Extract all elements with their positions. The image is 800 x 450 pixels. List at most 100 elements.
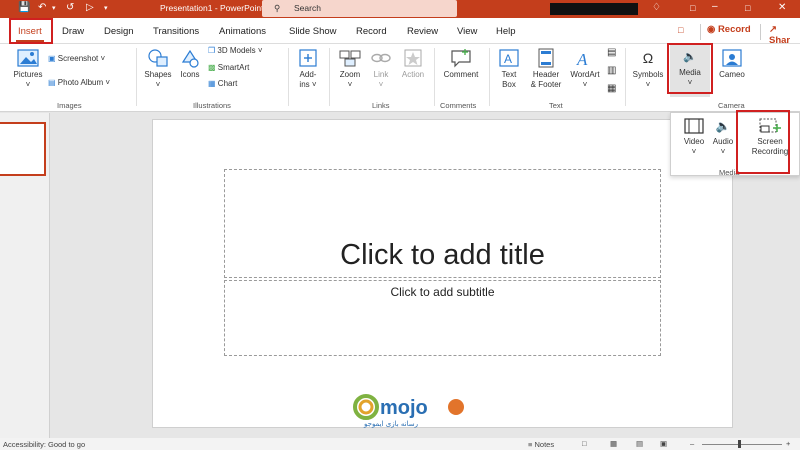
symbols-button[interactable]: Ω Symbols ˅ (628, 48, 668, 90)
zoom-icon (339, 50, 361, 67)
tab-record[interactable]: Record (356, 26, 387, 37)
images-group-label: Images (57, 101, 82, 110)
chart-button[interactable]: ▦ Chart (208, 79, 237, 89)
text-group-label: Text (549, 101, 563, 110)
icons-icon (181, 49, 199, 68)
tab-review[interactable]: Review (407, 26, 438, 37)
link-label: Link (373, 70, 389, 79)
text-more-icon[interactable]: ▦ (607, 84, 616, 94)
icons-label: Icons (180, 70, 200, 79)
ribbon-tabs: Insert Draw Design Transitions Animation… (0, 18, 800, 46)
chevron-down-icon: ˅ (347, 80, 353, 89)
zoom-slider-thumb[interactable] (738, 440, 741, 448)
cameo-label: Cameo (719, 70, 745, 79)
chevron-down-icon: ˅ (100, 54, 106, 63)
present-icon[interactable]: ▷ (86, 2, 94, 13)
undo-dropdown-icon[interactable]: ▾ (52, 4, 56, 12)
text-more-icon[interactable]: ▥ (607, 66, 616, 76)
chart-icon: ▦ (208, 79, 216, 88)
chevron-down-icon: ˅ (311, 80, 317, 89)
icons-button[interactable]: Icons (176, 48, 204, 80)
illustrations-group-label: Illustrations (193, 101, 231, 110)
3d-models-button[interactable]: ❒ 3D Models ˅ (208, 46, 263, 56)
customize-qat-icon[interactable]: ▾ (104, 4, 108, 12)
slide-sorter-icon[interactable]: ▦ (610, 439, 617, 448)
comments-group-label: Comments (440, 101, 477, 110)
minimize-icon[interactable]: – (712, 1, 718, 12)
normal-view-icon[interactable]: □ (582, 439, 587, 448)
logo-brand: mojo (380, 397, 428, 419)
screenshot-button[interactable]: ▣ Screenshot ˅ (48, 54, 105, 64)
chevron-down-icon: ˅ (105, 78, 111, 87)
record-label: Record (717, 24, 751, 35)
reading-view-icon[interactable]: ▤ (636, 439, 643, 448)
comment-icon (451, 49, 471, 68)
zoom-in-icon[interactable]: + (786, 439, 790, 448)
group-separator (329, 48, 330, 106)
tab-help[interactable]: Help (496, 26, 516, 37)
cameo-icon (722, 49, 742, 67)
slide-thumbnail[interactable] (0, 122, 46, 176)
group-separator (136, 48, 137, 106)
link-icon (371, 53, 391, 63)
new-comment-button[interactable]: Comment (438, 48, 484, 80)
text-box-label-2: Box (502, 80, 516, 89)
zoom-button[interactable]: Zoom ˅ (334, 48, 366, 90)
video-button[interactable]: Video ˅ (677, 117, 711, 157)
group-separator (288, 48, 289, 106)
header-footer-button[interactable]: Header & Footer (526, 48, 566, 90)
wordart-button[interactable]: A WordArt ˅ (566, 48, 604, 90)
cube-icon: ❒ (208, 46, 216, 55)
group-separator (625, 48, 626, 106)
notes-button[interactable]: ≡ Notes (528, 440, 554, 449)
tab-design[interactable]: Design (104, 26, 134, 37)
diamond-icon[interactable]: ♢ (652, 2, 661, 13)
redo-icon[interactable]: ↺ (66, 2, 74, 13)
picture-icon (17, 49, 39, 67)
pictures-button[interactable]: Pictures ˅ (10, 48, 46, 90)
share-button[interactable]: ↗ Shar (760, 24, 800, 46)
tab-slide-show[interactable]: Slide Show (289, 26, 337, 37)
tab-draw[interactable]: Draw (62, 26, 84, 37)
cameo-button[interactable]: Cameo (713, 48, 751, 80)
camera-group-label: Camera (718, 101, 745, 110)
accessibility-status[interactable]: Accessibility: Good to go (3, 440, 85, 449)
status-bar: Accessibility: Good to go ≡ Notes □ ▦ ▤ … (0, 438, 800, 450)
ribbon-display-icon[interactable]: □ (690, 3, 695, 13)
photo-album-button[interactable]: ▤ Photo Album ˅ (48, 78, 110, 88)
text-more-icon[interactable]: ▤ (607, 48, 616, 58)
zoom-out-icon[interactable]: – (690, 439, 694, 448)
audio-button[interactable]: 🔈 Audio ˅ (707, 117, 739, 157)
mojo-watermark-logo: mojo رسانه بازی ایموجو (352, 392, 470, 428)
shapes-button[interactable]: Shapes ˅ (142, 48, 174, 90)
subtitle-placeholder[interactable]: Click to add subtitle (224, 280, 661, 356)
record-dot-icon: ◉ (707, 24, 716, 35)
links-group-label: Links (372, 101, 390, 110)
film-icon (684, 118, 704, 134)
record-button[interactable]: ◉ Record (700, 24, 756, 40)
action-button[interactable]: Action (397, 48, 429, 80)
save-icon[interactable]: 💾 (18, 2, 30, 13)
title-placeholder[interactable]: Click to add title (224, 169, 661, 278)
close-icon[interactable]: ✕ (778, 2, 786, 13)
add-ins-button[interactable]: Add- ins ˅ (292, 48, 324, 90)
video-label: Video (683, 137, 705, 146)
mojo-logo-icon: mojo رسانه بازی ایموجو (353, 394, 464, 428)
undo-icon[interactable]: ↶ (38, 2, 46, 13)
link-button[interactable]: Link ˅ (367, 48, 395, 90)
tab-view[interactable]: View (457, 26, 477, 37)
chevron-down-icon: ˅ (582, 80, 588, 89)
svg-text:A: A (576, 50, 588, 68)
search-box[interactable]: ⚲ Search (262, 0, 457, 17)
tab-transitions[interactable]: Transitions (153, 26, 199, 37)
slideshow-view-icon[interactable]: ▣ (660, 439, 667, 448)
screenshot-label: Screenshot (57, 54, 99, 63)
smartart-button[interactable]: ▩ SmartArt (208, 63, 249, 73)
search-placeholder: Search (294, 3, 321, 13)
comments-pane-icon[interactable]: □ (678, 25, 692, 37)
chart-label: Chart (217, 79, 238, 88)
maximize-icon[interactable]: □ (745, 3, 750, 13)
text-box-button[interactable]: A Text Box (493, 48, 525, 90)
tab-animations[interactable]: Animations (219, 26, 266, 37)
zoom-slider[interactable] (702, 444, 782, 445)
